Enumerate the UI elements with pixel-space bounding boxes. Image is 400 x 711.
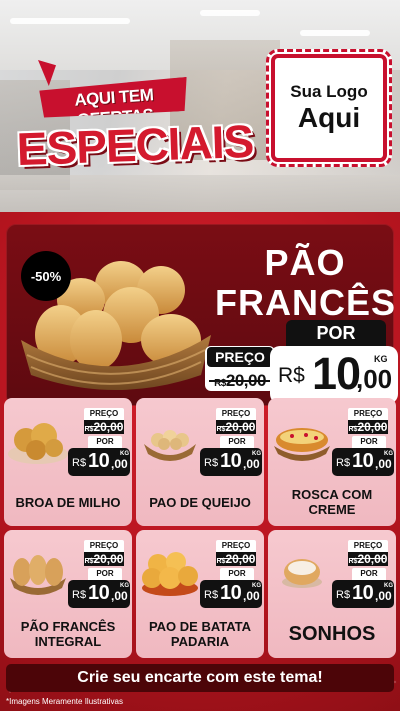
new-price: R$ 10 KG ,00 [332,448,394,476]
new-price-decimal: ,00 [375,457,392,471]
logo-placeholder: Sua Logo Aqui [266,49,392,167]
old-price-value: 20,00 [357,420,388,434]
new-price-decimal: ,00 [243,589,260,603]
preco-label: PREÇO [84,408,124,420]
product-card[interactable]: PREÇO R$20,00 POR R$ 10 KG ,00 PAO DE QU… [136,398,264,526]
product-card[interactable]: PREÇO R$20,00 POR R$ 10 KG ,00 BROA DE M… [4,398,132,526]
preco-label: PREÇO [216,540,256,552]
new-price: R$ 10 KG ,00 [68,580,130,608]
old-price: R$20,00 [216,552,256,566]
product-card[interactable]: PREÇO R$20,00 POR R$ 10 KG ,00 ROSCA COM… [268,398,396,526]
preco-label: PREÇO [348,540,388,552]
strikethrough [351,426,385,427]
por-label: POR [88,436,122,448]
logo-line1: Sua Logo [290,82,368,101]
featured-title: PÃO FRANCÊS [215,243,395,323]
strikethrough [219,426,253,427]
new-price-integer: 10 [88,450,110,472]
featured-title-line1: PÃO [264,242,346,283]
product-name: BROA DE MILHO [15,494,121,510]
new-price-currency: R$ [336,589,351,601]
new-price: R$ 10 KG ,00 [200,448,262,476]
new-price-currency: R$ [336,457,351,469]
header-banner: AQUI TEM OFERTAS ESPECIAIS Sua Logo Aqui [0,0,400,212]
old-price-value: 20,00 [93,552,124,566]
strikethrough [219,558,253,559]
por-label: POR [352,436,386,448]
new-price-decimal: ,00 [111,589,128,603]
preco-label: PREÇO [348,408,388,420]
new-price-integer: 10 [352,582,374,604]
new-price-integer: 10 [88,582,110,604]
old-price: R$20,00 [207,371,273,391]
new-price-currency: R$ [204,457,219,469]
old-price: R$20,00 [84,420,124,434]
featured-product-card[interactable]: -50% PÃO FRANCÊS PREÇO R$20,00 POR R$ 10… [6,224,398,406]
product-name: SONHOS [288,622,376,645]
pao-integral-image [10,555,66,595]
old-price: R$20,00 [348,420,388,434]
strikethrough [87,426,121,427]
background-floor [0,175,400,212]
product-card[interactable]: PREÇO R$20,00 POR R$ 10 KG ,00 PAO DE BA… [136,530,264,658]
new-price-currency: R$ [204,589,219,601]
new-price-integer: 10 [312,348,361,399]
old-price-value: 20,00 [357,552,388,566]
old-price-value: 20,00 [225,420,256,434]
ceiling-light [300,30,370,36]
broa-image [8,423,68,464]
headline-especiais: ESPECIAIS [15,114,255,176]
pao-de-batata-image [142,552,198,596]
ceiling-light [200,10,260,16]
ceiling-light [10,18,130,24]
new-price-integer: 10 [220,582,242,604]
new-price-decimal: ,00 [111,457,128,471]
rosca-image [274,428,330,461]
por-label: POR [220,436,254,448]
main-section: -50% PÃO FRANCÊS PREÇO R$20,00 POR R$ 10… [0,212,400,711]
por-label: POR [88,568,122,580]
new-price-decimal: ,00 [356,364,393,394]
cta-banner[interactable]: Crie seu encarte com este tema! [6,664,394,692]
pao-de-queijo-image [144,430,196,461]
new-price-currency: R$ [278,364,305,387]
discount-badge: -50% [21,251,71,301]
product-name: PAO DE QUEIJO [149,494,251,510]
new-price: R$ 10 KG ,00 [270,346,398,404]
new-price: R$ 10 KG ,00 [200,580,262,608]
disclaimer-text: *Imagens Meramente Ilustrativas [6,697,123,706]
featured-title-line2: FRANCÊS [215,282,397,323]
new-price: R$ 10 KG ,00 [332,580,394,608]
por-label: POR [352,568,386,580]
old-price: R$20,00 [216,420,256,434]
product-card[interactable]: PREÇO R$20,00 POR R$ 10 KG ,00 SONHOS [268,530,396,658]
new-price-currency: R$ [72,457,87,469]
product-card[interactable]: PREÇO R$20,00 POR R$ 10 KG ,00 PÃO FRANC… [4,530,132,658]
new-price-integer: 10 [352,450,374,472]
old-price: R$20,00 [84,552,124,566]
product-name: PAO DE BATATA PADARIA [148,619,252,649]
strikethrough [209,380,271,382]
preco-label: PREÇO [84,540,124,552]
sonho-image [282,559,322,588]
new-price-currency: R$ [72,589,87,601]
preco-label: PREÇO [216,408,256,420]
product-name: PÃO FRANCÊS INTEGRAL [20,619,116,649]
new-price-decimal: ,00 [375,589,392,603]
strikethrough [351,558,385,559]
new-price-decimal: ,00 [243,457,260,471]
logo-line2: Aqui [297,102,361,133]
new-price-integer: 10 [220,450,242,472]
old-price: R$20,00 [348,552,388,566]
old-price-value: 20,00 [93,420,124,434]
por-label: POR [286,320,386,346]
strikethrough [87,558,121,559]
por-label: POR [220,568,254,580]
price-unit: KG [374,354,388,364]
product-name: ROSCA COM CREME [291,487,373,517]
old-price-value: 20,00 [225,552,256,566]
new-price: R$ 10 KG ,00 [68,448,130,476]
preco-label: PREÇO [207,347,273,367]
